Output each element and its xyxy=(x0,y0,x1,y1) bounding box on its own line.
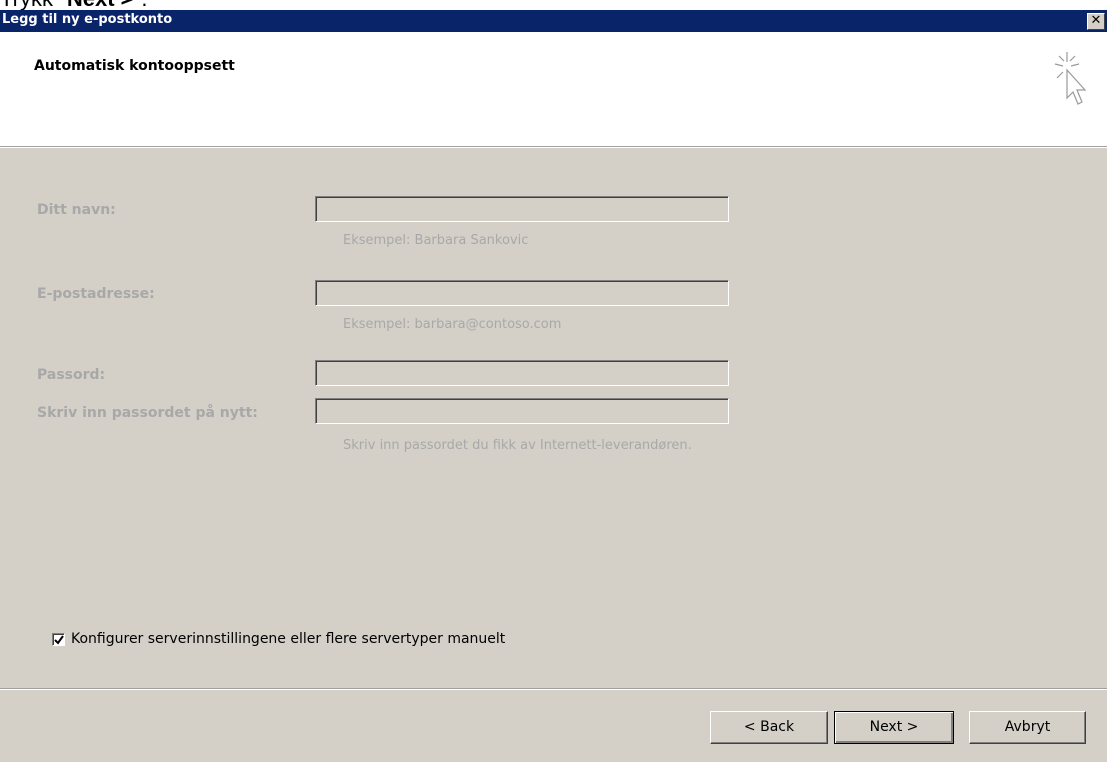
instruction-prefix: Trykk " xyxy=(0,0,67,10)
manual-config-row[interactable]: Konfigurer serverinnstillingene eller fl… xyxy=(52,629,505,649)
password-repeat-field[interactable] xyxy=(315,398,729,424)
password-repeat-label: Skriv inn passordet på nytt: xyxy=(37,405,258,421)
next-button[interactable]: Next > xyxy=(834,711,954,744)
back-button[interactable]: < Back xyxy=(710,711,828,744)
password-hint: Skriv inn passordet du fikk av Internett… xyxy=(343,438,692,453)
cancel-button[interactable]: Avbryt xyxy=(969,711,1086,744)
password-label: Passord: xyxy=(37,367,106,383)
page-title: Automatisk kontooppsett xyxy=(34,58,235,74)
manual-config-label: Konfigurer serverinnstillingene eller fl… xyxy=(71,631,506,647)
instruction-suffix: ". xyxy=(134,0,148,10)
title-bar: Legg til ny e-postkonto ✕ xyxy=(0,10,1107,32)
close-icon: ✕ xyxy=(1090,13,1102,28)
checkmark-icon xyxy=(54,634,64,645)
instruction-text: Trykk "Next >". xyxy=(0,0,300,10)
dialog-body: Ditt navn: Eksempel: Barbara Sankovic E-… xyxy=(0,148,1107,762)
footer-separator xyxy=(0,688,1107,690)
wizard-header: Automatisk kontooppsett xyxy=(0,32,1107,146)
instruction-bold: Next > xyxy=(67,0,134,10)
wizard-cursor-icon xyxy=(1051,50,1091,110)
close-button[interactable]: ✕ xyxy=(1087,13,1105,30)
window-title: Legg til ny e-postkonto xyxy=(2,12,173,27)
name-hint: Eksempel: Barbara Sankovic xyxy=(343,233,529,248)
manual-config-checkbox[interactable] xyxy=(52,632,65,646)
email-field[interactable] xyxy=(315,280,729,306)
password-field[interactable] xyxy=(315,360,729,386)
email-label: E-postadresse: xyxy=(37,286,155,302)
email-hint: Eksempel: barbara@contoso.com xyxy=(343,317,562,332)
name-field[interactable] xyxy=(315,196,729,222)
name-label: Ditt navn: xyxy=(37,202,116,218)
